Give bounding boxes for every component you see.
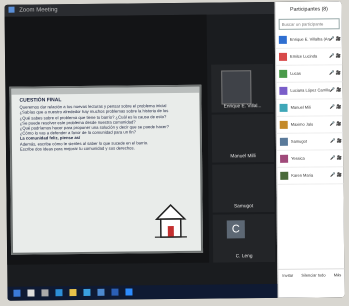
participant-name: Luciana López Carrillo [290,87,331,93]
participant-row[interactable]: Manuel Mili 🎤 🎥 [276,99,344,117]
search-icon[interactable] [27,289,35,297]
participant-tile-name: C. Leng [235,254,253,260]
participant-name: Lucas [290,70,301,76]
slide-header-bar [11,86,200,95]
mic-camera-icon[interactable]: 🎤 🎥 [330,155,342,161]
mute-all-button[interactable]: Silenciar todo [301,272,325,277]
more-button[interactable]: Más [334,272,342,277]
edge-icon[interactable] [55,289,63,297]
participant-row[interactable]: Maximo Jalo 🎤 🎥 [276,116,344,134]
store-icon[interactable] [83,288,91,296]
avatar [280,171,289,180]
participant-row[interactable]: Luciana López Carrillo 🎤 🎥 [276,82,344,100]
taskview-icon[interactable] [41,289,49,297]
mail-icon[interactable] [97,288,105,296]
participant-tile-name: Manuel Milli [230,154,256,160]
house-illustration-icon [154,203,187,238]
mic-camera-icon[interactable]: 🎤 🎥 [330,121,342,127]
avatar [280,154,289,163]
slide-line: Escribe dos ideas para mejorar tu comuni… [19,145,135,152]
participant-row[interactable]: Yessica 🎤 🎥 [277,150,345,168]
avatar [279,103,288,112]
participant-row[interactable]: Emilce Lucinda 🎤 🎥 [275,48,344,66]
participant-video-tile[interactable]: Samugot [212,163,275,213]
shared-screen: CUESTIÓN FINAL Queremos dar relación a t… [9,84,204,255]
meeting-stage: CUESTIÓN FINAL Queremos dar relación a t… [4,14,210,265]
mic-camera-icon[interactable]: 🎤 🎥 [329,87,341,93]
participant-name: Maximo Jalo [290,121,314,127]
avatar [279,86,288,95]
mic-camera-icon[interactable]: 🎤 🎥 [330,172,342,178]
participant-tile-name: Enrique E. Villal... [223,104,262,110]
participant-video-tile[interactable]: Manuel Milli [211,113,275,163]
participant-name: Manuel Mili [290,104,311,110]
explorer-icon[interactable] [69,289,77,297]
avatar [279,120,288,129]
slide-content: CUESTIÓN FINAL Queremos dar relación a t… [19,97,194,152]
participants-panel: Participantes (8) Buscar un participante… [274,1,345,298]
zoom-icon [8,7,15,14]
participant-search-input[interactable]: Buscar un participante [278,18,340,30]
participant-name: Enrique E. Villalba (Anfitrión) [289,36,330,42]
participant-video-tile[interactable]: Enrique E. Villal... [211,63,274,113]
mic-camera-icon[interactable]: 🎤 🎥 [330,138,342,144]
window-title: Zoom Meeting [19,7,58,14]
participant-list: Enrique E. Villalba (Anfitrión) 🎤 🎥 Emilce… [275,31,345,185]
participant-tile-name: Samugot [233,204,254,210]
participants-panel-title: Participantes (8) [290,6,328,13]
avatar [279,69,288,78]
zoom-icon[interactable] [125,288,133,296]
mic-camera-icon[interactable]: 🎤 🎥 [329,53,341,59]
participant-name: Samugot [290,138,307,144]
participant-row[interactable]: Karen Maria 🎤 🎥 [277,167,345,185]
mic-camera-icon[interactable]: 🎤 🎥 [329,36,341,42]
taskbar [7,283,278,301]
mic-camera-icon[interactable]: 🎤 🎥 [330,104,342,110]
participant-row[interactable]: Lucas 🎤 🎥 [276,65,344,83]
panel-footer: Invitar Silenciar todo Más [278,268,345,280]
participant-name: Emilce Lucinda [289,53,318,59]
mic-camera-icon[interactable]: 🎤 🎥 [329,70,341,76]
avatar: C [226,220,245,239]
word-icon[interactable] [111,288,119,296]
participant-row[interactable]: Samugot 🎤 🎥 [276,133,345,151]
invite-button[interactable]: Invitar [282,272,293,277]
windows-start-icon[interactable] [13,289,21,297]
participant-name: Yessica [291,155,305,161]
participant-name: Karen Maria [291,172,314,178]
participant-row[interactable]: Enrique E. Villalba (Anfitrión) 🎤 🎥 [275,31,343,49]
avatar [278,35,287,44]
monitor-screen: Zoom Meeting CUESTIÓN FINAL Queremos dar… [4,1,345,301]
avatar [278,52,288,61]
camera-feed [221,70,252,105]
participant-video-tile[interactable]: C C. Leng [212,213,276,263]
video-tiles: Enrique E. Villal... Manuel Milli Samugo… [211,14,276,263]
avatar [279,137,288,146]
